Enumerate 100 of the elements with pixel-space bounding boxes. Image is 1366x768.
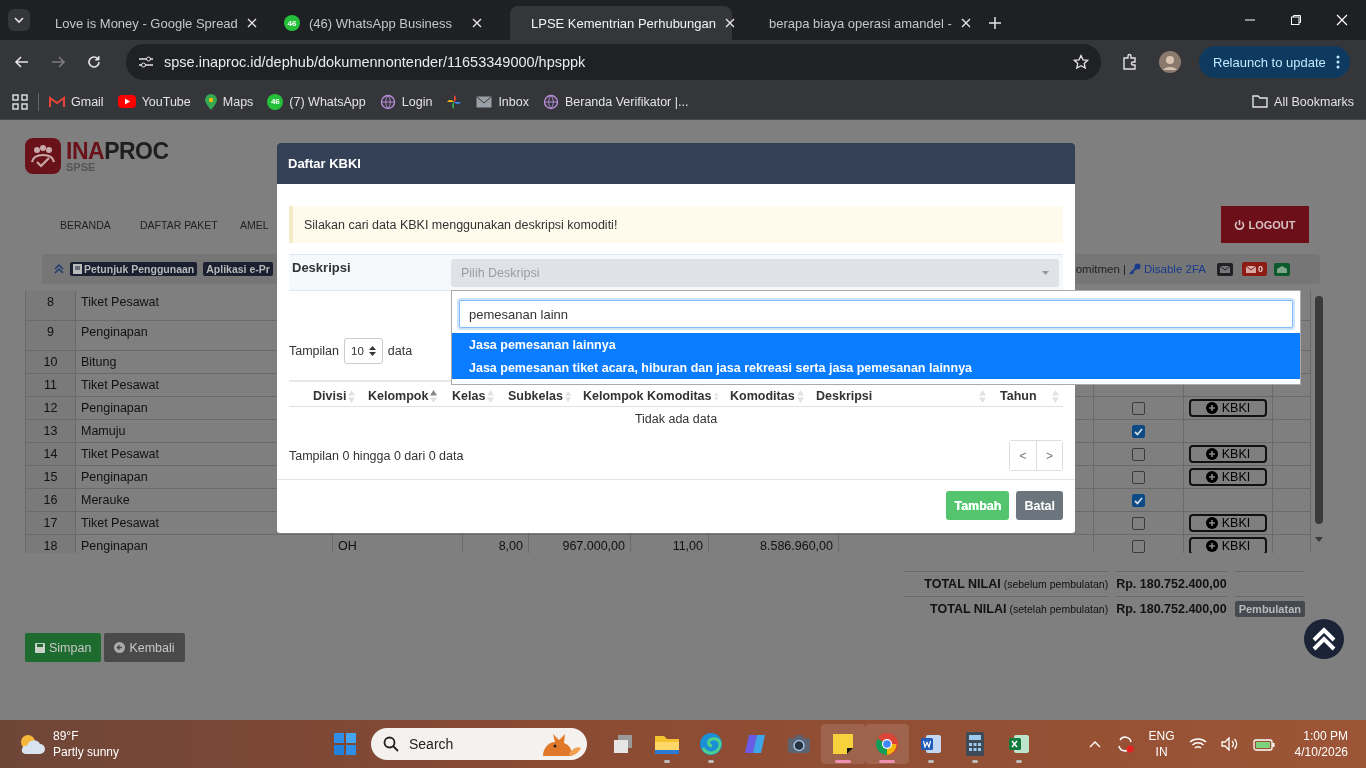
book-icon xyxy=(73,264,82,274)
puzzle-icon[interactable] xyxy=(1121,53,1139,71)
nav-link[interactable]: DAFTAR PAKET xyxy=(140,218,240,231)
add-kbki-button[interactable]: KBKI xyxy=(1189,537,1267,553)
column-header[interactable]: Komoditas xyxy=(722,382,808,406)
save-button[interactable]: Simpan xyxy=(25,633,102,662)
envelope-icon[interactable] xyxy=(1217,262,1233,276)
rounding-badge[interactable]: Pembulatan xyxy=(1234,601,1305,617)
folder-icon xyxy=(1252,95,1269,108)
add-kbki-button[interactable]: KBKI xyxy=(1189,514,1267,532)
search-field[interactable]: Search xyxy=(371,728,587,760)
key-icon xyxy=(1128,263,1141,275)
reload-icon[interactable] xyxy=(86,54,102,70)
battery-icon[interactable] xyxy=(1252,737,1275,751)
taskbar-app[interactable] xyxy=(821,724,865,764)
nav-link[interactable]: BERANDA xyxy=(60,218,140,231)
column-header[interactable]: Deskripsi xyxy=(808,382,990,406)
close-icon[interactable] xyxy=(246,18,257,28)
checkbox[interactable] xyxy=(1132,493,1145,507)
back-icon[interactable] xyxy=(14,54,30,70)
relaunch-button[interactable]: Relaunch to update xyxy=(1199,46,1350,78)
camera-icon xyxy=(787,734,811,754)
avatar-icon[interactable] xyxy=(1159,51,1181,73)
volume-icon[interactable] xyxy=(1220,737,1239,751)
scroll-down-icon[interactable] xyxy=(1314,536,1324,543)
close-icon[interactable] xyxy=(960,18,971,28)
column-header[interactable]: Subkelas xyxy=(500,382,575,406)
browser-tab[interactable]: LPSE Kementrian Perhubungan xyxy=(510,6,732,40)
next-page-button[interactable]: > xyxy=(1036,441,1062,470)
table-cell: 8.586.960,00 xyxy=(709,535,839,553)
add-kbki-button[interactable]: KBKI xyxy=(1189,468,1267,486)
apps-grid-icon[interactable] xyxy=(12,93,28,110)
browser-tab[interactable]: Love is Money - Google Spread xyxy=(34,6,256,40)
bookmark-item[interactable]: YouTube xyxy=(117,94,191,109)
bookmark-item[interactable]: Maps xyxy=(204,93,254,110)
column-header[interactable]: Kelas xyxy=(444,382,500,406)
dropdown-option[interactable]: Jasa pemesanan lainnya xyxy=(452,333,1300,356)
plus-circle-icon xyxy=(1205,540,1218,552)
dialog-title: Daftar KBKI xyxy=(288,156,361,171)
bookmark-item[interactable]: Beranda Verifikator |... xyxy=(542,93,689,110)
taskbar-app[interactable] xyxy=(865,724,909,764)
site-info-icon[interactable] xyxy=(138,55,154,69)
checkbox[interactable] xyxy=(1132,470,1145,484)
brand-name: INAPROC xyxy=(66,139,169,162)
total-label: TOTAL NILAI (setelah pembulatan) xyxy=(904,596,1109,621)
bookmark-item[interactable]: Inbox xyxy=(476,94,529,109)
bookmark-item[interactable] xyxy=(446,93,463,110)
checkbox[interactable] xyxy=(1132,401,1145,415)
bookmark-star-icon[interactable] xyxy=(1073,54,1089,70)
close-icon[interactable] xyxy=(725,18,735,28)
cancel-button[interactable]: Batal xyxy=(1016,491,1063,520)
checkbox[interactable] xyxy=(1132,424,1145,438)
new-tab-icon[interactable] xyxy=(988,16,1002,30)
table-cell: 8,00 xyxy=(463,535,529,553)
restore-icon[interactable] xyxy=(1290,14,1302,26)
forward-icon[interactable] xyxy=(50,54,66,70)
language-indicator[interactable]: ENG IN xyxy=(1148,728,1175,760)
row-number: 16 xyxy=(26,489,76,512)
checkbox[interactable] xyxy=(1132,516,1145,530)
checkbox[interactable] xyxy=(1132,447,1145,461)
inbox-count-badge[interactable]: 0 xyxy=(1242,262,1267,276)
notification-badge: 46 xyxy=(267,93,284,110)
length-label: data xyxy=(387,344,413,358)
bookmark-item[interactable]: 46 (7) WhatsApp xyxy=(267,93,366,110)
close-icon[interactable] xyxy=(472,18,482,28)
total-label: TOTAL NILAI (sebelum pembulatan) xyxy=(904,571,1109,596)
logout-button[interactable]: LOGOUT xyxy=(1221,206,1309,243)
swirl-icon xyxy=(743,732,767,756)
browser-tab[interactable]: 46 (46) WhatsApp Business xyxy=(272,6,494,40)
add-kbki-button[interactable]: KBKI xyxy=(1189,399,1267,417)
column-header[interactable]: Kelompok xyxy=(360,382,444,406)
plus-circle-icon xyxy=(1205,471,1218,483)
bookmark-item[interactable]: Login xyxy=(379,93,433,110)
bookmark-item[interactable]: Gmail xyxy=(49,94,104,109)
all-bookmarks-button[interactable]: All Bookmarks xyxy=(1252,94,1354,109)
start-icon[interactable] xyxy=(333,732,357,756)
back-button[interactable]: Kembali xyxy=(104,633,185,662)
power-icon xyxy=(1234,218,1246,231)
table-cell: Penginapan xyxy=(76,535,333,553)
browser-tab[interactable]: berapa biaya operasi amandel - xyxy=(748,6,970,40)
page-size-select[interactable]: 10 xyxy=(344,338,383,364)
clock[interactable]: 1:00 PM 4/10/2026 xyxy=(1294,728,1348,760)
wifi-icon[interactable] xyxy=(1188,737,1207,751)
guide-badge[interactable]: Petunjuk Penggunaan xyxy=(70,262,198,276)
tab-list-icon[interactable] xyxy=(8,9,30,31)
column-header[interactable]: Tahun xyxy=(990,382,1063,406)
add-kbki-button[interactable]: KBKI xyxy=(1189,445,1267,463)
scroll-to-top-icon[interactable] xyxy=(1304,619,1344,659)
address-bar[interactable]: spse.inaproc.id/dephub/dokumennontender/11653349000/hpsppk xyxy=(126,44,1101,80)
chevron-up-icon[interactable] xyxy=(1088,740,1101,748)
browser-wave-icon xyxy=(699,732,723,756)
dropdown-option[interactable]: Jasa pemesanan tiket acara, hiburan dan jasa rekreasi serta jasa pemesanan lainnya xyxy=(452,356,1300,379)
search-field[interactable]: pemesanan lainn xyxy=(459,300,1293,328)
collapse-icon[interactable] xyxy=(54,264,64,274)
map-pin-icon xyxy=(204,93,217,110)
guide-badge[interactable]: Aplikasi e-Pr xyxy=(203,262,273,276)
total-value: Rp. 180.752.400,00 xyxy=(1116,596,1227,621)
inbox-icon[interactable] xyxy=(1274,262,1290,276)
column-header[interactable]: Kelompok Komoditas xyxy=(575,382,722,406)
checkbox[interactable] xyxy=(1132,539,1145,553)
